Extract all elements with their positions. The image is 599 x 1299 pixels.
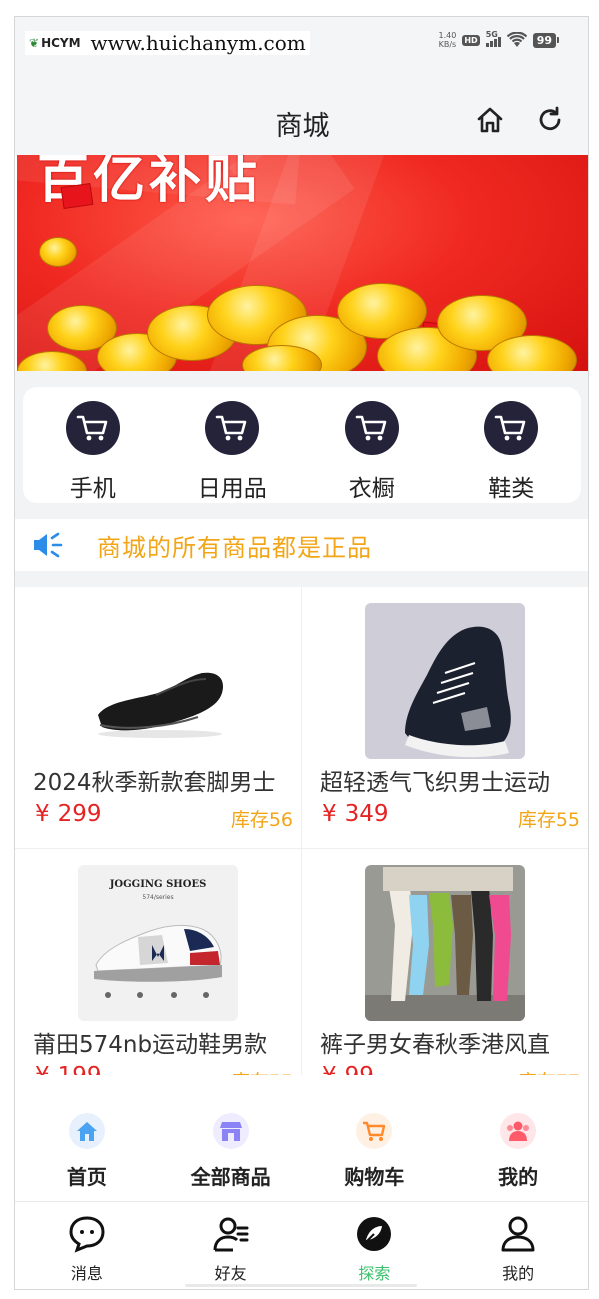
- product-name: 超轻透气飞织男士运动: [320, 770, 550, 796]
- product-stock: 库存55: [517, 809, 580, 831]
- product-name: 莆田574nb运动鞋男款: [33, 1032, 268, 1058]
- nav-explore[interactable]: 探索: [303, 1202, 447, 1289]
- user-group-icon: [500, 1113, 537, 1149]
- category-shoes[interactable]: 鞋类: [442, 387, 582, 503]
- watermark-logo: ❦ HCYM: [29, 36, 81, 50]
- cart-icon: [65, 401, 120, 455]
- product-name: 裤子男女春秋季港风直: [320, 1032, 550, 1058]
- chat-icon: [69, 1216, 105, 1253]
- tab-home[interactable]: 首页: [15, 1075, 159, 1201]
- product-price: ¥99: [322, 1063, 374, 1075]
- category-label: 日用品: [197, 476, 267, 502]
- category-label: 鞋类: [488, 476, 535, 502]
- friends-icon: [213, 1217, 249, 1252]
- tab-mine[interactable]: 我的: [446, 1075, 588, 1201]
- shop-icon: [212, 1113, 249, 1149]
- divider: [15, 571, 588, 587]
- product-stock: 库存55: [231, 1067, 293, 1075]
- tab-label: 全部商品: [190, 1165, 271, 1189]
- cart-icon: [484, 401, 539, 455]
- nav-label: 探索: [358, 1264, 391, 1283]
- category-label: 衣橱: [348, 476, 395, 502]
- tab-label: 我的: [498, 1165, 539, 1189]
- product-image: [78, 603, 238, 759]
- product-card[interactable]: 2024秋季新款套脚男士 ¥299 库存56: [15, 587, 302, 849]
- phone-frame: ❦ HCYM www.huichanym.com 1.40 KB/s HD 5G 9…: [14, 16, 589, 1290]
- category-wardrobe[interactable]: 衣橱: [302, 387, 442, 503]
- home-icon[interactable]: [475, 105, 505, 135]
- hd-badge: HD: [462, 34, 480, 46]
- battery-icon: 99: [532, 32, 560, 48]
- cart-icon: [205, 401, 260, 455]
- app-tab-bar: 首页 全部商品 购物车 我的: [15, 1075, 588, 1201]
- nav-label: 好友: [214, 1264, 247, 1283]
- home-indicator[interactable]: [185, 1284, 417, 1287]
- product-price: ¥199: [35, 1063, 102, 1075]
- product-stock: 库存77: [518, 1067, 580, 1075]
- explore-icon: [357, 1217, 392, 1251]
- image-caption: JOGGING SHOES: [109, 879, 207, 890]
- product-image: [365, 603, 525, 759]
- tab-label: 首页: [66, 1165, 107, 1189]
- tab-all-products[interactable]: 全部商品: [159, 1075, 303, 1201]
- notice-bar: 商城的所有商品都是正品: [15, 519, 588, 571]
- product-card[interactable]: 超轻透气飞织男士运动 ¥349 库存55: [302, 587, 588, 849]
- refresh-icon[interactable]: [535, 105, 565, 135]
- product-card[interactable]: JOGGING SHOES 574/series 莆田574nb运动鞋男款 ¥19…: [15, 849, 302, 1075]
- nav-me[interactable]: 我的: [446, 1202, 588, 1289]
- category-label: 手机: [69, 476, 116, 502]
- system-nav-bar: 消息 好友 探索 我的: [15, 1201, 588, 1289]
- image-subcaption: 574/series: [142, 894, 173, 901]
- watermark-url: www.huichanym.com: [90, 31, 306, 55]
- tab-cart[interactable]: 购物车: [303, 1075, 447, 1201]
- home-icon: [68, 1113, 105, 1149]
- notice-text: 商城的所有商品都是正品: [97, 533, 372, 562]
- promo-banner[interactable]: 百亿补贴: [17, 155, 588, 371]
- product-grid: 2024秋季新款套脚男士 ¥299 库存56 超轻透气飞织男士运动 ¥349 库…: [15, 587, 588, 1075]
- status-icons: 1.40 KB/s HD 5G 99: [438, 30, 560, 49]
- nav-label: 我的: [502, 1264, 535, 1283]
- nav-label: 消息: [70, 1264, 103, 1283]
- watermark: ❦ HCYM www.huichanym.com: [25, 31, 310, 55]
- wifi-icon: [506, 32, 527, 47]
- product-price: ¥299: [35, 801, 102, 827]
- product-image: JOGGING SHOES 574/series: [78, 865, 238, 1021]
- person-icon: [501, 1216, 535, 1252]
- product-image: [365, 865, 525, 1021]
- category-daily[interactable]: 日用品: [163, 387, 303, 503]
- status-bar: ❦ HCYM www.huichanym.com 1.40 KB/s HD 5G 9…: [15, 17, 588, 57]
- network-speed: 1.40 KB/s: [438, 31, 457, 49]
- product-stock: 库存56: [230, 809, 293, 831]
- speaker-icon: [34, 532, 63, 558]
- nav-messages[interactable]: 消息: [15, 1202, 159, 1289]
- category-card: 手机 日用品 衣橱 鞋类: [23, 387, 581, 503]
- category-section: 手机 日用品 衣橱 鞋类: [15, 371, 588, 519]
- header: 商城: [15, 57, 588, 155]
- product-name: 2024秋季新款套脚男士: [33, 770, 276, 796]
- category-phone[interactable]: 手机: [23, 387, 163, 503]
- product-card[interactable]: 裤子男女春秋季港风直 ¥99 库存77: [302, 849, 588, 1075]
- product-price: ¥349: [322, 801, 389, 827]
- flag-icon: [60, 183, 94, 209]
- cart-icon: [356, 1113, 393, 1149]
- tab-label: 购物车: [344, 1165, 405, 1189]
- nav-friends[interactable]: 好友: [159, 1202, 303, 1289]
- cart-icon: [344, 401, 399, 455]
- signal-icon: 5G: [485, 30, 501, 47]
